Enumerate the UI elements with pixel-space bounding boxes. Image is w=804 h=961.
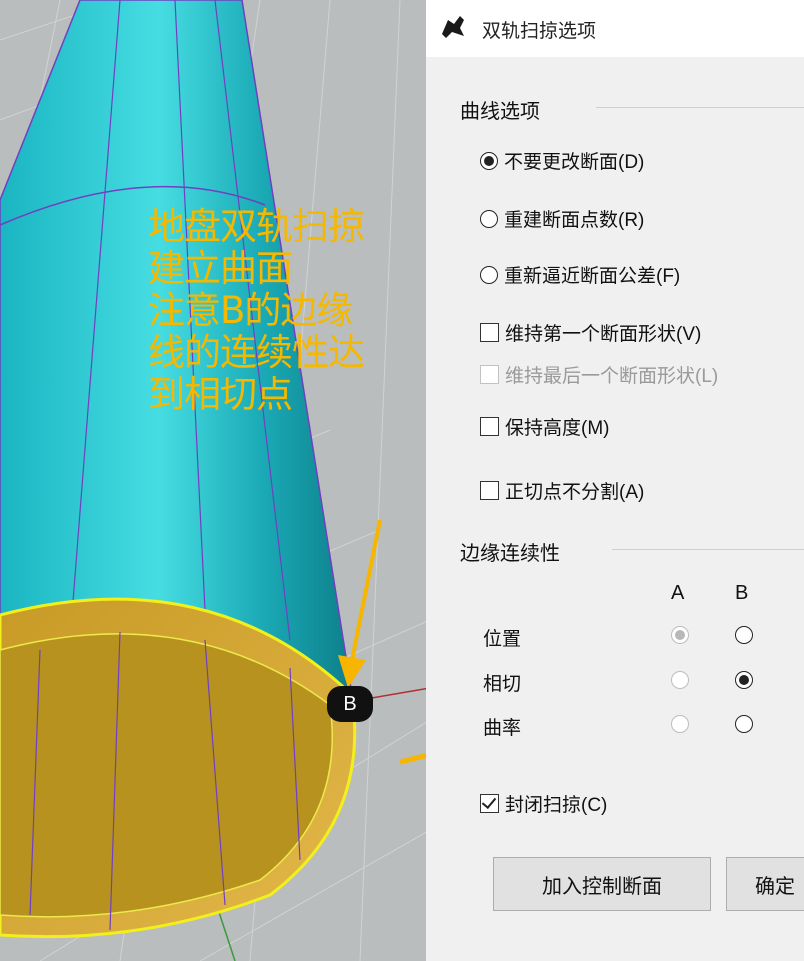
title-bar[interactable]: 双轨扫掠选项: [426, 0, 804, 57]
radio-empty-icon: [480, 265, 498, 284]
dialog-title: 双轨扫掠选项: [482, 21, 597, 42]
group-divider: [612, 549, 804, 550]
row-label-tangency: 相切: [483, 674, 522, 695]
checkbox-label: 维持第一个断面形状(V): [505, 324, 702, 345]
checkbox-label: 正切点不分割(A): [505, 482, 645, 503]
rhino-viewport[interactable]: 地盘双轨扫掠 建立曲面 注意B的边缘 线的连续性达 到相切点 B: [0, 0, 430, 961]
radio-tangency-b[interactable]: [735, 671, 753, 689]
radio-curvature-a: [671, 715, 689, 733]
checkbox-checked-icon: [480, 793, 499, 813]
edge-continuity-group-label: 边缘连续性: [460, 543, 560, 565]
radio-do-not-change-section[interactable]: 不要更改断面(D): [480, 147, 644, 174]
checkbox-icon: [480, 365, 499, 384]
checkbox-icon: [480, 417, 499, 436]
rhino-app-icon: [440, 14, 466, 40]
radio-empty-icon: [480, 209, 498, 228]
radio-position-a: [671, 626, 689, 644]
radio-label: 不要更改断面(D): [504, 152, 645, 173]
add-slash-button[interactable]: 加入控制断面: [493, 857, 711, 911]
checkbox-maintain-height[interactable]: 保持高度(M): [480, 413, 609, 440]
checkbox-label: 保持高度(M): [505, 418, 610, 439]
radio-label: 重建断面点数(R): [504, 210, 645, 231]
checkbox-keep-last-shape: 维持最后一个断面形状(L): [480, 361, 718, 388]
checkbox-label: 维持最后一个断面形状(L): [505, 366, 719, 387]
row-label-curvature: 曲率: [483, 718, 522, 739]
radio-selected-icon: [480, 151, 498, 170]
radio-tangency-a: [671, 671, 689, 689]
ok-button[interactable]: 确定: [726, 857, 804, 911]
checkbox-icon: [480, 323, 499, 342]
checkbox-closed-sweep[interactable]: 封闭扫掠(C): [480, 790, 607, 817]
radio-curvature-b[interactable]: [735, 715, 753, 733]
row-label-position: 位置: [483, 629, 522, 650]
edge-b-badge: B: [327, 686, 373, 722]
checkbox-icon: [480, 481, 499, 500]
annotation-text: 地盘双轨扫掠 建立曲面 注意B的边缘 线的连续性达 到相切点: [148, 205, 365, 416]
column-header-b: B: [735, 582, 749, 604]
group-divider: [596, 107, 804, 108]
radio-position-b[interactable]: [735, 626, 753, 644]
radio-refit-section-tolerance[interactable]: 重新逼近断面公差(F): [480, 261, 680, 288]
checkbox-label: 封闭扫掠(C): [505, 795, 608, 816]
sweep2-options-dialog: 双轨扫掠选项 曲线选项 不要更改断面(D) 重建断面点数(R) 重新逼近断面公差…: [426, 0, 804, 961]
checkbox-no-split-at-tangent[interactable]: 正切点不分割(A): [480, 477, 644, 504]
radio-rebuild-section-points[interactable]: 重建断面点数(R): [480, 205, 644, 232]
dialog-body: 曲线选项 不要更改断面(D) 重建断面点数(R) 重新逼近断面公差(F) 维持第…: [426, 57, 804, 961]
checkbox-keep-first-shape[interactable]: 维持第一个断面形状(V): [480, 319, 701, 346]
column-header-a: A: [671, 582, 685, 604]
curve-options-group-label: 曲线选项: [460, 101, 540, 123]
radio-label: 重新逼近断面公差(F): [504, 266, 681, 287]
viewport-canvas: [0, 0, 430, 961]
